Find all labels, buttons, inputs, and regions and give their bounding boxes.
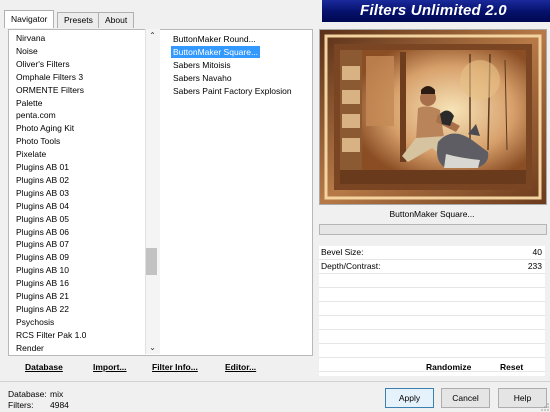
preview-illustration [320, 30, 546, 204]
category-item[interactable]: Plugins AB 06 [16, 226, 69, 239]
parameter-label: Bevel Size: [321, 247, 364, 257]
cancel-button[interactable]: Cancel [441, 388, 490, 408]
parameter-label: Depth/Contrast: [321, 261, 381, 271]
category-scrollbar[interactable] [145, 29, 161, 354]
category-item[interactable]: ORMENTE Filters [16, 84, 84, 97]
reset-button[interactable]: Reset [500, 362, 523, 372]
scroll-down-icon[interactable]: ⌄ [145, 342, 160, 354]
parameter-list: Bevel Size: 40 Depth/Contrast: 233 [319, 246, 545, 376]
app-title: Filters Unlimited 2.0 [360, 2, 507, 19]
parameter-value[interactable]: 40 [533, 246, 542, 259]
tab-navigator[interactable]: Navigator [4, 10, 55, 28]
category-item[interactable]: Palette [16, 97, 42, 110]
category-item[interactable]: Plugins AB 07 [16, 238, 69, 251]
help-button[interactable]: Help [498, 388, 547, 408]
category-item[interactable]: Plugins AB 21 [16, 290, 69, 303]
filter-item[interactable]: ButtonMaker Round... [171, 33, 258, 45]
category-item[interactable]: Plugins AB 04 [16, 200, 69, 213]
category-item[interactable]: Plugins AB 16 [16, 277, 69, 290]
filters-count-value: 4984 [50, 400, 69, 410]
category-item[interactable]: Plugins AB 10 [16, 264, 69, 277]
category-item[interactable]: Plugins AB 03 [16, 187, 69, 200]
category-list-items: Nirvana Noise Oliver's Filters Omphale Filt… [8, 29, 145, 354]
preview-filter-name: ButtonMaker Square... [389, 209, 475, 219]
resize-grip-icon[interactable] [541, 403, 549, 411]
parameter-row [319, 288, 545, 302]
category-item[interactable]: Pixelate [16, 148, 46, 161]
database-button[interactable]: Database [25, 362, 63, 372]
category-item[interactable]: Photo Tools [16, 135, 60, 148]
parameter-row [319, 316, 545, 330]
category-item[interactable]: Plugins AB 09 [16, 251, 69, 264]
editor-button[interactable]: Editor... [225, 362, 256, 372]
preview-image [319, 29, 547, 205]
parameter-row [319, 302, 545, 316]
filter-item[interactable]: ButtonMaker Square... [171, 45, 261, 58]
category-item[interactable]: Plugins AB 02 [16, 174, 69, 187]
scroll-up-icon[interactable]: ⌃ [145, 30, 160, 42]
filter-list[interactable]: ButtonMaker Round... ButtonMaker Square..… [160, 29, 313, 356]
database-label: Database: [8, 389, 47, 399]
category-item[interactable]: Noise [16, 45, 38, 58]
category-item[interactable]: Render [16, 342, 44, 354]
category-item[interactable]: penta.com [16, 109, 56, 122]
apply-button[interactable]: Apply [385, 388, 434, 408]
database-value: mix [50, 389, 64, 399]
category-item[interactable]: Omphale Filters 3 [16, 71, 83, 84]
parameter-row: Depth/Contrast: 233 [319, 260, 545, 274]
category-item[interactable]: Plugins AB 05 [16, 213, 69, 226]
category-item[interactable]: Plugins AB 22 [16, 303, 69, 316]
parameter-row [319, 330, 545, 344]
filter-item[interactable]: Sabers Navaho [171, 72, 234, 84]
category-item[interactable]: Plugins AB 01 [16, 161, 69, 174]
category-item[interactable]: RCS Filter Pak 1.0 [16, 329, 86, 342]
scrollbar-thumb[interactable] [146, 248, 157, 275]
divider [0, 381, 550, 382]
tab-about[interactable]: About [98, 12, 135, 28]
category-item[interactable]: Photo Aging Kit [16, 122, 74, 135]
import-button[interactable]: Import... [93, 362, 127, 372]
parameter-row [319, 344, 545, 358]
parameter-row [319, 274, 545, 288]
filter-item[interactable]: Sabers Mitoisis [171, 59, 233, 71]
tab-presets[interactable]: Presets [57, 12, 100, 28]
filter-info-button[interactable]: Filter Info... [152, 362, 198, 372]
progress-bar [319, 224, 547, 235]
filter-item[interactable]: Sabers Paint Factory Explosion [171, 85, 294, 97]
category-item[interactable]: Oliver's Filters [16, 58, 70, 71]
category-item[interactable]: Nirvana [16, 32, 45, 45]
filters-count-label: Filters: [8, 400, 34, 410]
category-item[interactable]: Psychosis [16, 316, 54, 329]
randomize-button[interactable]: Randomize [426, 362, 471, 372]
parameter-row: Bevel Size: 40 [319, 246, 545, 260]
parameter-value[interactable]: 233 [528, 260, 542, 273]
